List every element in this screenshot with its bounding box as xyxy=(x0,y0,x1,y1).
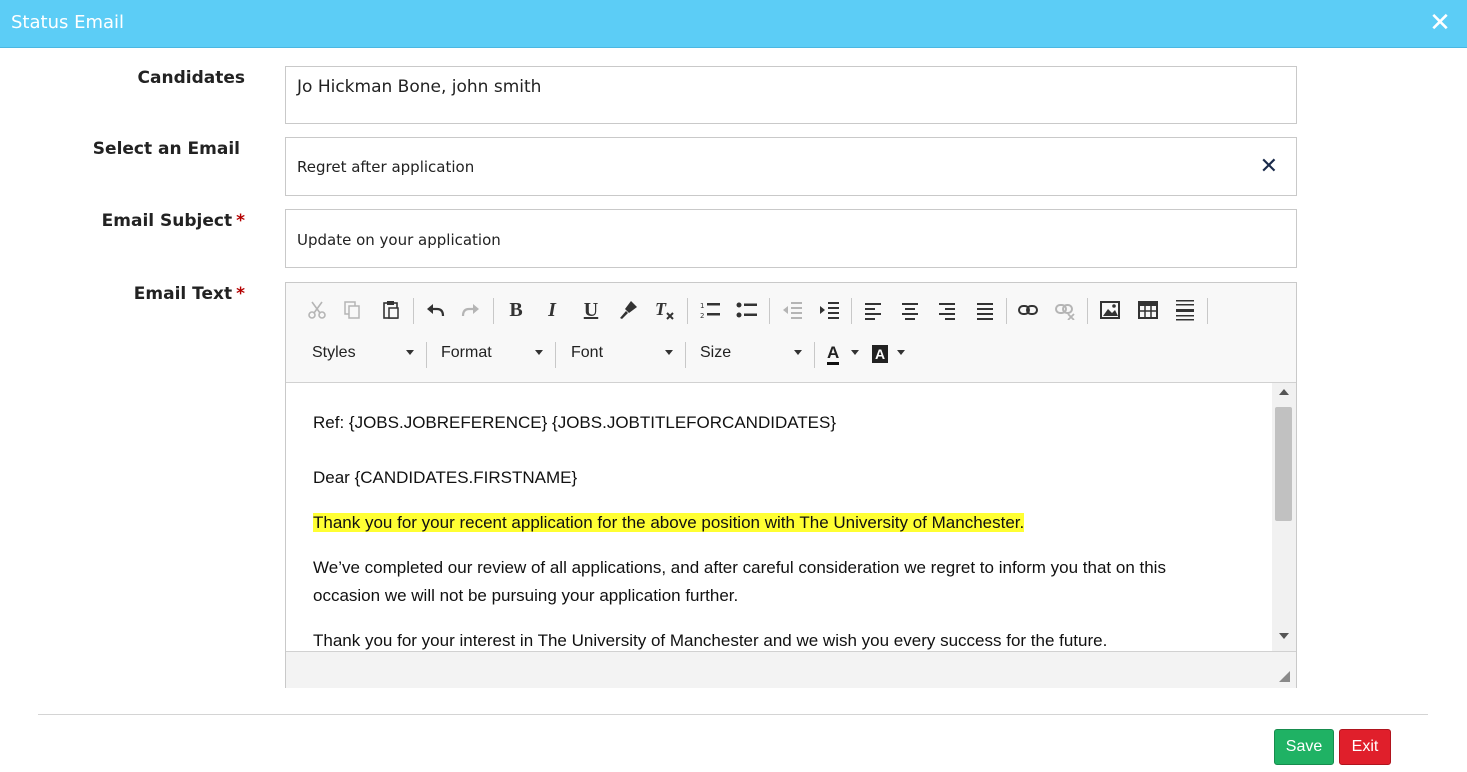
numbered-list-icon[interactable]: 12 xyxy=(695,296,725,324)
font-dropdown-label: Font xyxy=(571,344,604,361)
email-line-closing: Thank you for your interest in The Unive… xyxy=(313,631,1108,650)
paste-icon[interactable] xyxy=(376,296,406,324)
email-subject-value: Update on your application xyxy=(297,231,501,249)
email-subject-label-text: Email Subject xyxy=(101,211,233,231)
image-icon[interactable] xyxy=(1095,296,1125,324)
bold-icon[interactable]: B xyxy=(501,296,531,324)
copy-icon[interactable] xyxy=(337,296,367,324)
toolbar-separator xyxy=(769,298,770,324)
editor-content[interactable]: Ref: {JOBS.JOBREFERENCE} {JOBS.JOBTITLEF… xyxy=(286,383,1272,651)
close-icon[interactable]: ✕ xyxy=(1427,10,1453,36)
align-right-icon[interactable] xyxy=(932,296,962,324)
footer-divider xyxy=(38,714,1428,715)
chevron-down-icon xyxy=(535,350,543,355)
remove-format-icon[interactable]: T xyxy=(650,296,680,324)
svg-text:2: 2 xyxy=(700,312,704,320)
link-icon[interactable] xyxy=(1013,296,1043,324)
email-text-label: Email Text * xyxy=(0,284,245,304)
chevron-down-icon xyxy=(406,350,414,355)
editor-toolbar: B I U T 12 Styles Format Font Size A A xyxy=(286,283,1296,383)
toolbar-separator xyxy=(426,342,427,368)
select-email-label: Select an Email xyxy=(92,139,240,159)
toolbar-separator xyxy=(1207,298,1208,324)
text-color-icon: A xyxy=(827,344,840,365)
chevron-down-icon xyxy=(794,350,802,355)
resize-handle-icon[interactable] xyxy=(1279,671,1290,682)
font-dropdown[interactable]: Font xyxy=(571,341,673,367)
toolbar-separator xyxy=(1087,298,1088,324)
email-text-label-text: Email Text xyxy=(133,284,233,304)
chevron-down-icon xyxy=(897,350,905,355)
save-button[interactable]: Save xyxy=(1274,729,1334,765)
editor-scrollbar[interactable] xyxy=(1272,383,1296,651)
size-dropdown[interactable]: Size xyxy=(700,341,802,367)
email-subject-label: Email Subject * xyxy=(0,211,245,231)
scroll-down-icon[interactable] xyxy=(1279,633,1289,639)
undo-icon[interactable] xyxy=(420,296,450,324)
format-dropdown[interactable]: Format xyxy=(441,341,543,367)
bulleted-list-icon[interactable] xyxy=(732,296,762,324)
toolbar-separator xyxy=(413,298,414,324)
clear-selection-icon[interactable]: ✕ xyxy=(1260,154,1278,179)
increase-indent-icon[interactable] xyxy=(814,296,844,324)
copy-format-icon[interactable] xyxy=(613,296,643,324)
email-line-review-cont: occasion we will not be pursuing your ap… xyxy=(313,586,739,605)
required-marker: * xyxy=(236,211,245,231)
justify-icon[interactable] xyxy=(970,296,1000,324)
scroll-thumb[interactable] xyxy=(1275,407,1292,521)
italic-icon[interactable]: I xyxy=(537,296,567,324)
email-subject-input[interactable]: Update on your application xyxy=(285,209,1297,268)
redo-icon[interactable] xyxy=(456,296,486,324)
chevron-down-icon xyxy=(665,350,673,355)
unlink-icon[interactable] xyxy=(1050,296,1080,324)
svg-text:1: 1 xyxy=(700,302,704,310)
editor-status-bar xyxy=(286,651,1296,688)
highlighted-text: Thank you for your recent application fo… xyxy=(313,513,1025,532)
email-line-reference: Ref: {JOBS.JOBREFERENCE} {JOBS.JOBTITLEF… xyxy=(313,413,837,432)
horizontal-line-icon[interactable] xyxy=(1170,296,1200,324)
toolbar-separator xyxy=(555,342,556,368)
email-line-review: We’ve completed our review of all applic… xyxy=(313,558,1166,577)
toolbar-separator xyxy=(851,298,852,324)
scroll-up-icon[interactable] xyxy=(1279,389,1289,395)
background-color-icon: A xyxy=(872,345,889,363)
chevron-down-icon xyxy=(851,350,859,355)
candidates-label: Candidates xyxy=(137,68,245,88)
decrease-indent-icon[interactable] xyxy=(777,296,807,324)
cut-icon[interactable] xyxy=(302,296,332,324)
exit-button[interactable]: Exit xyxy=(1339,729,1391,765)
svg-text:T: T xyxy=(655,299,667,319)
background-color-button[interactable]: A xyxy=(872,341,905,367)
underline-icon[interactable]: U xyxy=(576,296,606,324)
email-line-greeting: Dear {CANDIDATES.FIRSTNAME} xyxy=(313,468,578,487)
table-icon[interactable] xyxy=(1133,296,1163,324)
format-dropdown-label: Format xyxy=(441,344,492,361)
rich-text-editor: B I U T 12 Styles Format Font Size A A R… xyxy=(285,282,1297,688)
align-center-icon[interactable] xyxy=(895,296,925,324)
email-line-thanks: Thank you for your recent application fo… xyxy=(313,509,1025,537)
dialog-title: Status Email xyxy=(11,12,125,33)
styles-dropdown-label: Styles xyxy=(312,344,356,361)
candidates-field[interactable]: Jo Hickman Bone, john smith xyxy=(285,66,1297,124)
toolbar-separator xyxy=(493,298,494,324)
styles-dropdown[interactable]: Styles xyxy=(312,341,414,367)
toolbar-separator xyxy=(814,342,815,368)
toolbar-separator xyxy=(1006,298,1007,324)
size-dropdown-label: Size xyxy=(700,344,732,361)
toolbar-separator xyxy=(687,298,688,324)
align-left-icon[interactable] xyxy=(858,296,888,324)
candidates-value: Jo Hickman Bone, john smith xyxy=(297,77,542,97)
toolbar-separator xyxy=(685,342,686,368)
dialog-header: Status Email ✕ xyxy=(0,0,1467,48)
select-email-dropdown[interactable]: Regret after application ✕ xyxy=(285,137,1297,196)
text-color-button[interactable]: A xyxy=(825,341,859,367)
required-marker: * xyxy=(236,284,245,304)
select-email-value: Regret after application xyxy=(297,158,475,176)
